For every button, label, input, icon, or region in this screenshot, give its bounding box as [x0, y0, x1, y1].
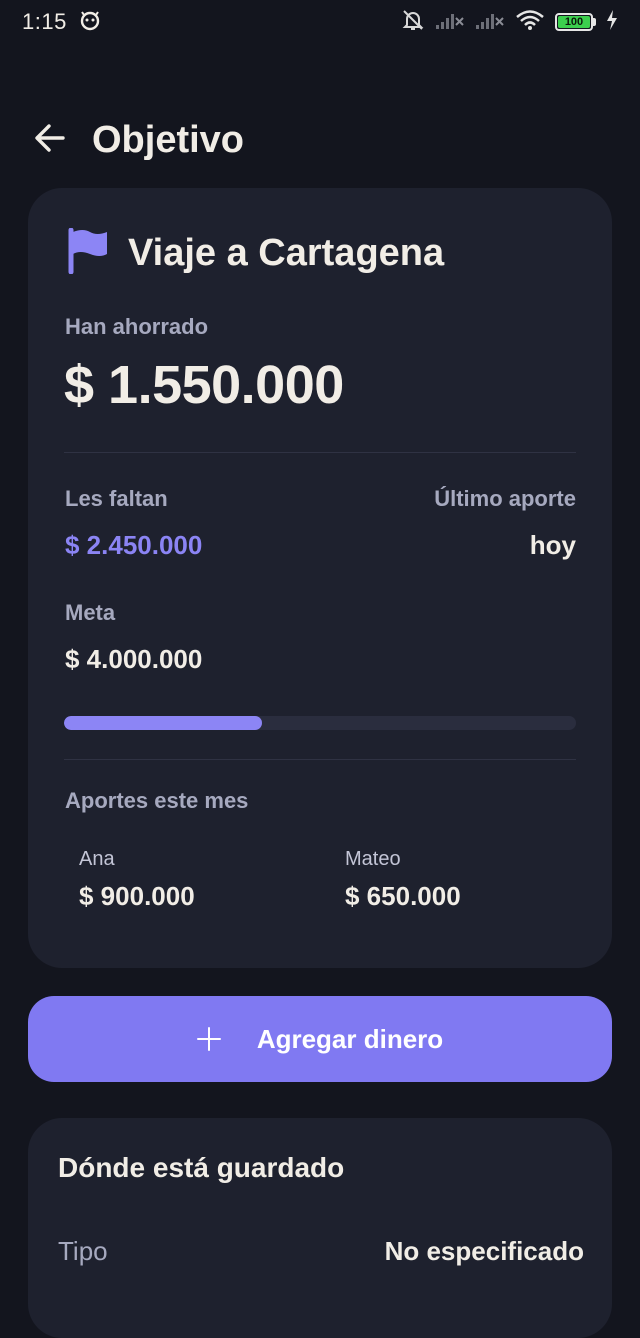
- missing-label: Les faltan: [65, 486, 168, 511]
- divider: [64, 452, 576, 453]
- arrow-left-icon: [33, 121, 67, 160]
- goal-title-row: Viaje a Cartagena: [68, 227, 445, 279]
- storage-type-value[interactable]: No especificado: [385, 1236, 584, 1267]
- bell-off-icon: [401, 8, 425, 37]
- divider: [64, 759, 576, 760]
- contribution-item: Mateo $ 650.000: [345, 848, 461, 912]
- progress-bar: [64, 716, 576, 730]
- add-money-label: Agregar dinero: [256, 1023, 444, 1054]
- battery-level: 100: [558, 16, 590, 28]
- goal-name: Viaje a Cartagena: [128, 232, 445, 274]
- add-money-button[interactable]: Agregar dinero: [28, 996, 612, 1082]
- contributor-name: Mateo: [345, 848, 401, 870]
- missing-amount: $ 2.450.000: [65, 530, 203, 560]
- storage-type-label: Tipo: [58, 1236, 108, 1266]
- status-bar: 1:15 100: [0, 0, 640, 44]
- charging-bolt-icon: [606, 9, 618, 35]
- last-contribution-value: hoy: [529, 530, 576, 560]
- android-face-icon: [79, 9, 101, 36]
- status-time: 1:15: [22, 9, 67, 34]
- target-label: Meta: [65, 600, 116, 625]
- back-button[interactable]: [32, 122, 68, 158]
- saved-amount: $ 1.550.000: [64, 355, 344, 415]
- wifi-icon: [515, 9, 545, 36]
- status-right: 100: [401, 8, 618, 37]
- contribution-amount: $ 900.000: [79, 881, 195, 911]
- signal-no-service-icon: [475, 10, 505, 35]
- contributor-name: Ana: [79, 848, 115, 870]
- saved-label: Han ahorrado: [65, 314, 209, 339]
- progress-fill: [64, 716, 263, 730]
- page-title: Objetivo: [92, 118, 245, 161]
- last-contribution-label: Último aporte: [434, 486, 576, 511]
- goal-card: Viaje a Cartagena Han ahorrado $ 1.550.0…: [28, 188, 612, 968]
- flag-icon: [68, 227, 110, 279]
- battery-icon: 100: [555, 13, 596, 31]
- signal-no-service-icon: [435, 10, 465, 35]
- status-left: 1:15: [22, 9, 101, 36]
- target-amount: $ 4.000.000: [65, 644, 203, 674]
- contributions-label: Aportes este mes: [65, 788, 249, 813]
- storage-card: Dónde está guardado Tipo No especificado: [28, 1118, 612, 1338]
- plus-icon: [196, 1027, 221, 1051]
- contribution-amount: $ 650.000: [345, 881, 461, 911]
- app-header: Objetivo: [0, 112, 640, 168]
- storage-title: Dónde está guardado: [58, 1152, 345, 1183]
- contribution-item: Ana $ 900.000: [79, 848, 195, 912]
